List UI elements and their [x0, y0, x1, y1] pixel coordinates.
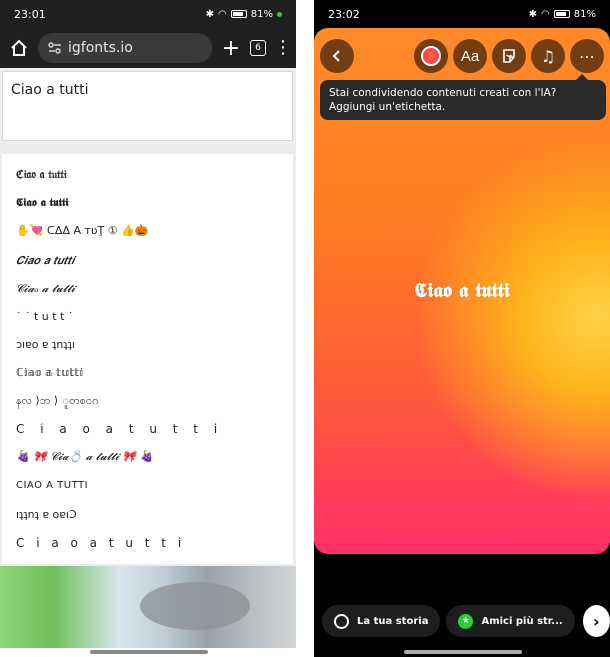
bluetooth-icon: ✱: [205, 8, 215, 20]
close-friends-label: Amici più str...: [481, 615, 563, 627]
font-result-myanmar[interactable]: နလ ⟩ဘ ⟩ ူတစငဂ: [16, 394, 98, 410]
status-time: 23:02: [328, 7, 360, 21]
bluetooth-icon: ✱: [528, 8, 538, 20]
battery-icon: [230, 10, 247, 18]
right-phone-screen: 23:02 ✱ ◠ 81% Aa ♫ ⋯ Stai condividendo c…: [314, 0, 610, 657]
tabs-icon[interactable]: 6: [250, 40, 266, 56]
font-result-bold-fraktur[interactable]: 𝕮𝖎𝖆𝖔 𝖆 𝖙𝖚𝖙𝖙𝖎: [16, 196, 69, 210]
ai-label-tooltip[interactable]: Stai condividendo contenuti creati con l…: [320, 74, 606, 120]
font-result-fraktur[interactable]: ℭ𝔦𝔞𝔬 𝔞 𝔱𝔲𝔱𝔱𝔦: [16, 168, 67, 182]
tooltip-line-2: Aggiungi un'etichetta.: [329, 101, 446, 113]
text-tool-icon[interactable]: Aa: [453, 39, 487, 73]
font-result-wide-spaced[interactable]: C i a o a t u t t i: [16, 536, 185, 550]
input-value: Ciao a tutti: [11, 82, 89, 98]
back-icon[interactable]: [320, 39, 354, 73]
blurred-advertisement[interactable]: [0, 566, 296, 648]
font-result-upside-down[interactable]: ɔıɐo ɐ ʇnʇʇı: [16, 338, 75, 351]
left-phone-screen: 23:01 ✱ ◠ 81% igfonts.io + 6 ⋮ Ciao a tu…: [0, 0, 296, 657]
home-indicator: [90, 650, 208, 654]
font-result-script[interactable]: 𝓒𝓲𝓪ₒ 𝓪 𝓽𝓾𝓽𝓽𝓲: [16, 282, 75, 296]
web-page: Ciao a tutti ℭ𝔦𝔞𝔬 𝔞 𝔱𝔲𝔱𝔱𝔦 𝕮𝖎𝖆𝖔 𝖆 𝖙𝖚𝖙𝖙𝖎 ✋…: [0, 68, 296, 648]
home-icon[interactable]: [8, 37, 30, 59]
plus-icon[interactable]: +: [220, 36, 242, 61]
status-time: 23:01: [14, 7, 46, 21]
story-toolbar: Aa ♫ ⋯: [320, 38, 604, 74]
text-input[interactable]: Ciao a tutti: [2, 71, 293, 141]
font-results-list: ℭ𝔦𝔞𝔬 𝔞 𝔱𝔲𝔱𝔱𝔦 𝕮𝖎𝖆𝖔 𝖆 𝖙𝖚𝖙𝖙𝖎 ✋💘 ᑕΔΔ A тʋŢ ①…: [2, 154, 293, 564]
status-bar: 23:02 ✱ ◠ 81%: [314, 0, 610, 28]
tooltip-line-1: Stai condividendo contenuti creati con l…: [329, 87, 557, 99]
your-story-label: La tua storia: [357, 615, 429, 627]
battery-icon: [553, 10, 570, 18]
url-text: igfonts.io: [68, 40, 133, 56]
wifi-icon: ◠: [218, 8, 227, 20]
browser-toolbar: igfonts.io + 6 ⋮: [0, 28, 296, 68]
story-canvas[interactable]: Aa ♫ ⋯ Stai condividendo contenuti creat…: [314, 28, 610, 554]
font-result-bold-italic[interactable]: 𝑪𝒊𝒂𝒐 𝒂 𝒕𝒖𝒕𝒕𝒊: [16, 254, 74, 268]
story-ring-icon: [334, 613, 349, 629]
your-story-button[interactable]: La tua storia: [322, 605, 441, 637]
font-result-emoji-mix[interactable]: ✋💘 ᑕΔΔ A тʋŢ ① 👍🎃: [16, 224, 148, 237]
privacy-dot: [277, 11, 282, 17]
status-icons: ✱ ◠ 81%: [529, 9, 596, 20]
tab-count: 6: [255, 43, 261, 53]
color-picker-button[interactable]: [414, 39, 448, 73]
font-result-small-caps[interactable]: CIAO A TUTTI: [16, 480, 88, 491]
star-icon: ★: [458, 613, 474, 629]
font-result-spaced[interactable]: C i a o a t u t t i: [16, 422, 223, 436]
share-bar: La tua storia ★ Amici più str... ›: [314, 604, 610, 638]
font-result-reversed[interactable]: ıʇʇnʇ ɐ oɐıƆ: [16, 508, 77, 521]
status-bar: 23:01 ✱ ◠ 81%: [0, 0, 296, 28]
tune-icon[interactable]: [48, 42, 62, 54]
battery-percent: 81%: [250, 8, 273, 20]
color-swatch: [421, 46, 441, 66]
sticker-icon[interactable]: [492, 39, 526, 73]
chevron-right-icon[interactable]: ›: [582, 605, 610, 637]
wifi-icon: ◠: [541, 8, 550, 20]
font-result-decorated[interactable]: 🍇 🎀 𝓒𝓲𝓪💍 𝓪 𝓽𝓾𝓽𝓽𝓲 🎀 🍇: [16, 450, 153, 464]
battery-percent: 81%: [573, 8, 596, 20]
home-indicator: [404, 650, 522, 654]
story-tools: Aa ♫ ⋯: [414, 39, 604, 73]
ad-blob: [140, 582, 250, 630]
status-icons: ✱ ◠ 81%: [206, 9, 282, 20]
more-icon[interactable]: ⋯: [570, 39, 604, 73]
overflow-menu-icon[interactable]: ⋮: [274, 39, 292, 57]
music-icon[interactable]: ♫: [531, 39, 565, 73]
font-result-tiny[interactable]: ˙ ˙ t u t t ˙: [16, 310, 73, 323]
story-text-sticker[interactable]: 𝕮𝖎𝖆𝖔 𝖆 𝖙𝖚𝖙𝖙𝖎: [314, 278, 610, 302]
font-result-double-struck[interactable]: ℂ𝕚𝕒𝕠 𝕒 𝕥𝕦𝕥𝕥𝕚: [16, 366, 83, 379]
url-bar[interactable]: igfonts.io: [38, 33, 212, 63]
close-friends-button[interactable]: ★ Amici più str...: [446, 605, 575, 637]
